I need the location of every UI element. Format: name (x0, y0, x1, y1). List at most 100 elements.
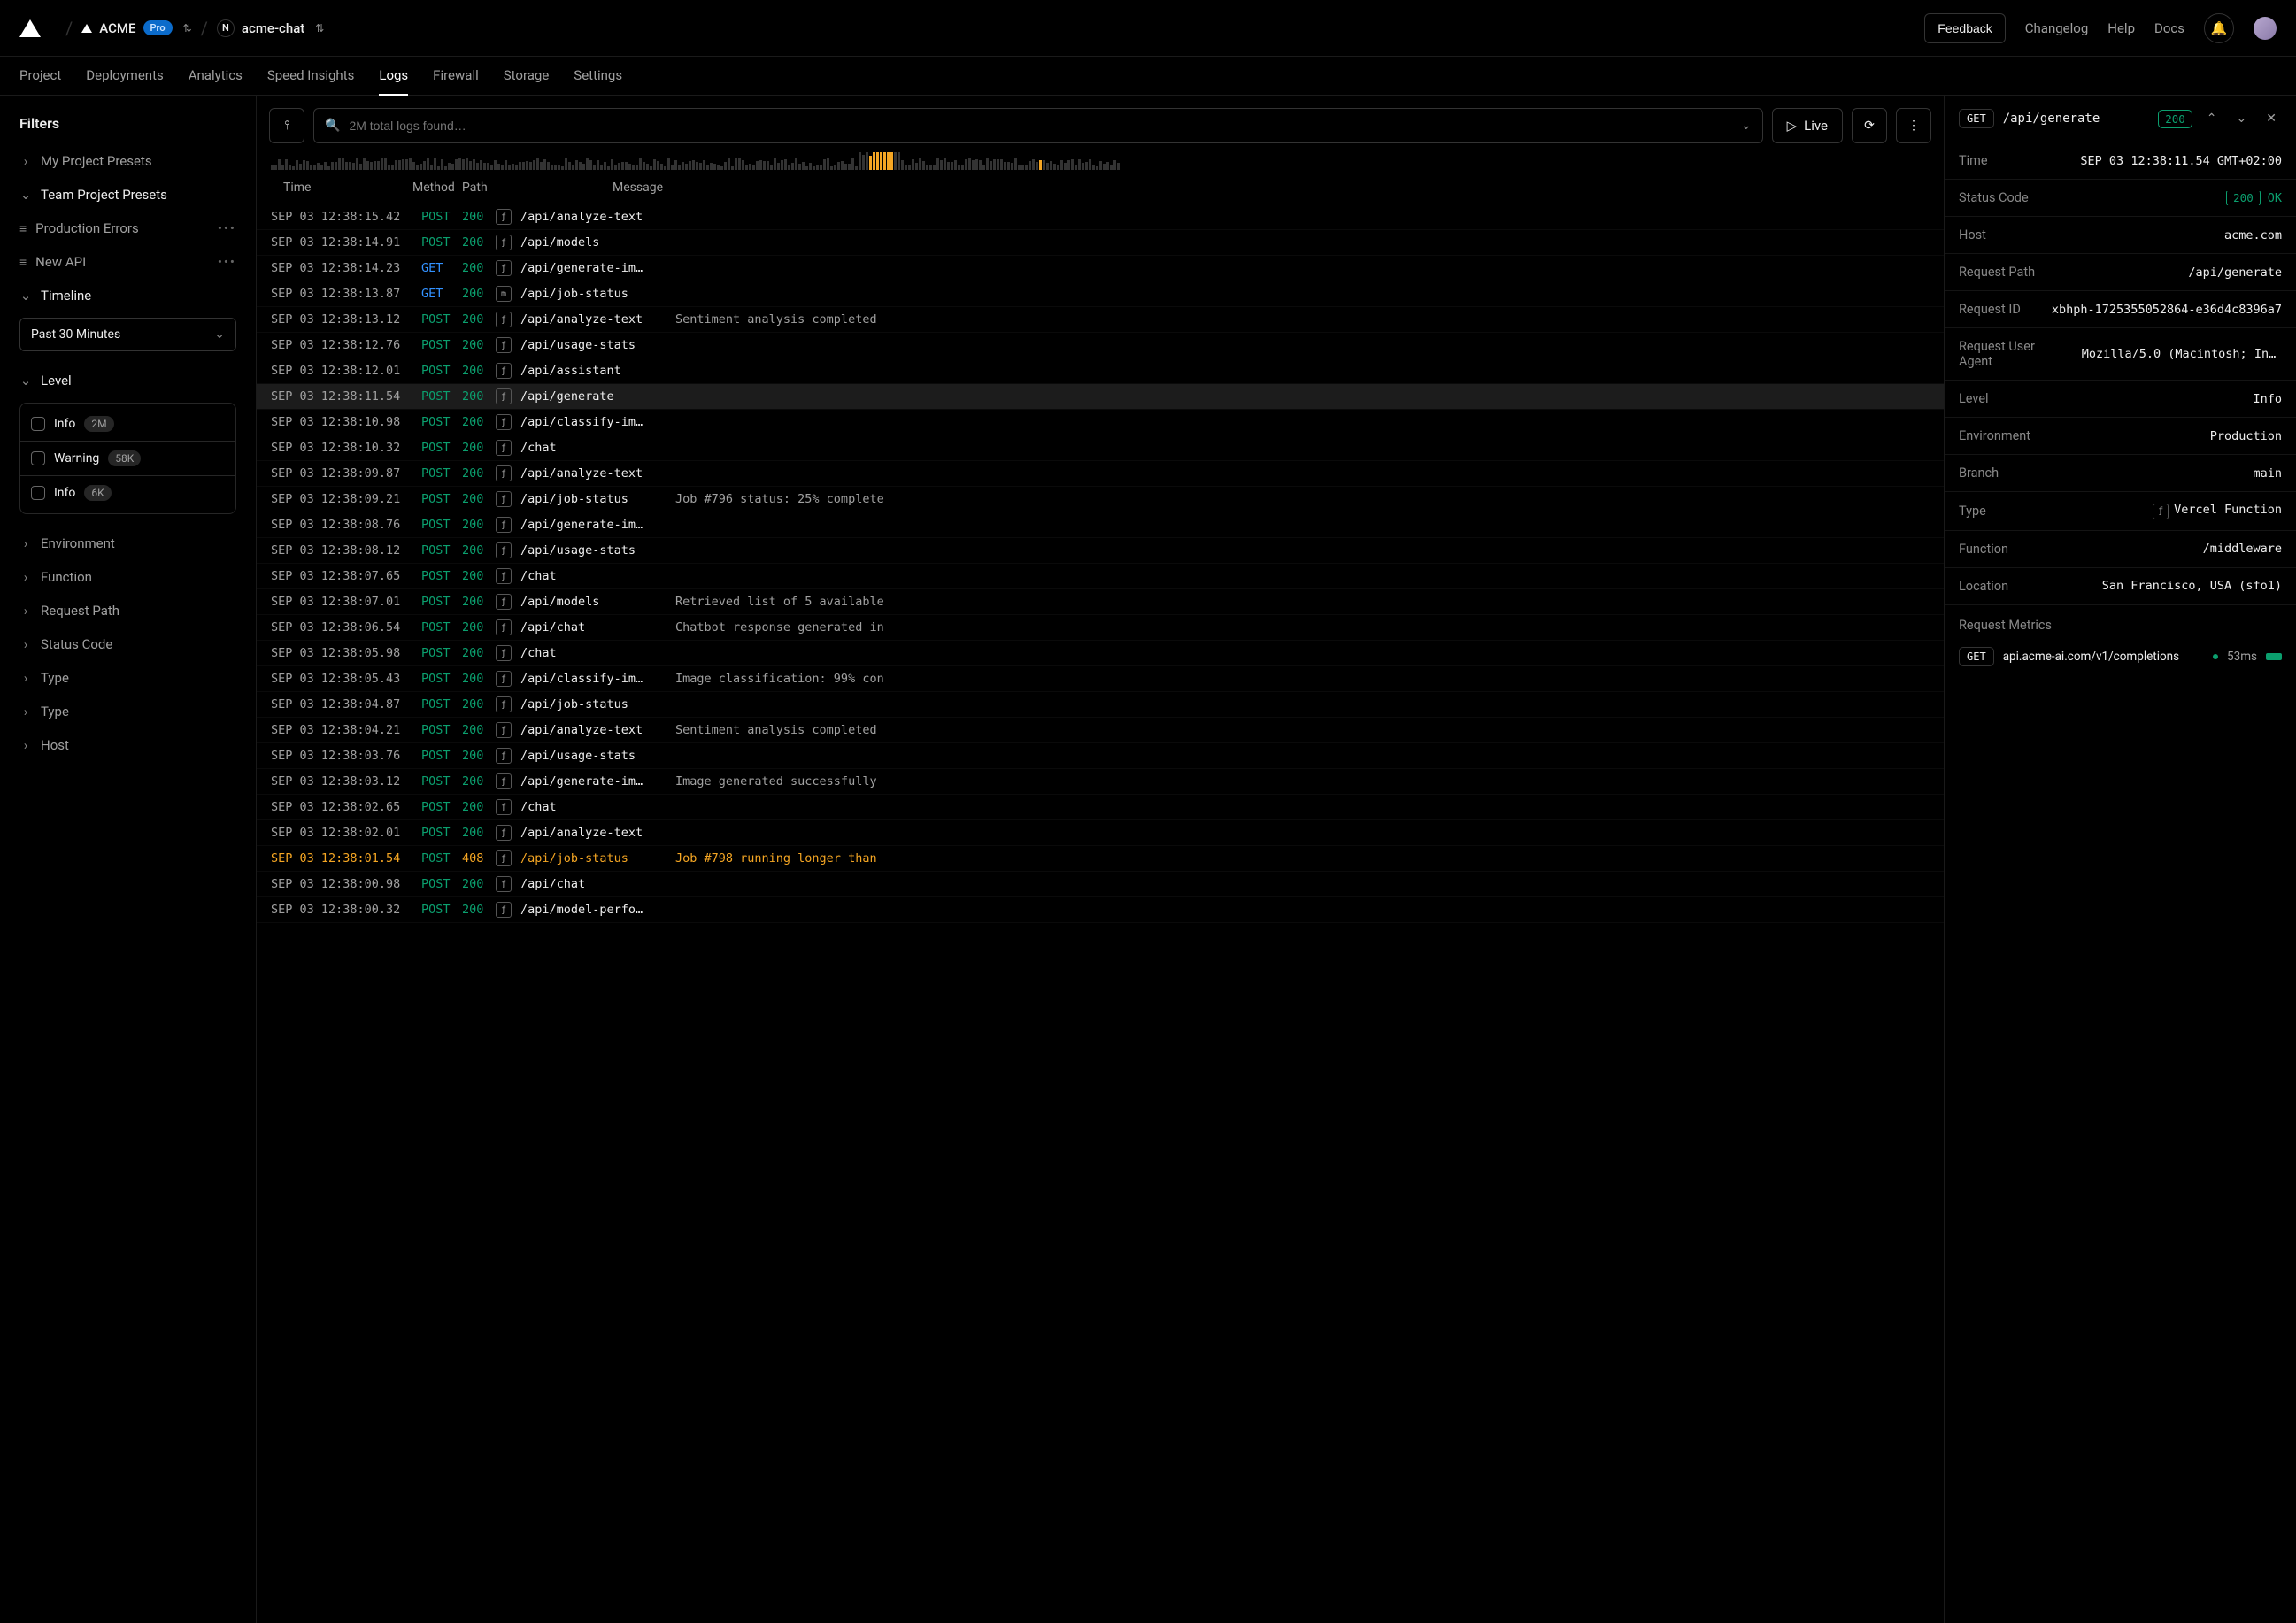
log-row[interactable]: SEP 03 12:38:14.23GET200ƒ/api/generate-i… (257, 256, 1944, 281)
log-row[interactable]: SEP 03 12:38:14.91POST200ƒ/api/models (257, 230, 1944, 256)
checkbox[interactable] (31, 486, 45, 500)
chevron-down-icon[interactable]: ⌄ (1741, 119, 1752, 133)
log-row[interactable]: SEP 03 12:38:09.87POST200ƒ/api/analyze-t… (257, 461, 1944, 487)
tab-storage[interactable]: Storage (504, 57, 550, 96)
function-icon: ƒ (496, 722, 512, 738)
timeline-select[interactable]: Past 30 Minutes⌄ (19, 318, 236, 351)
tab-deployments[interactable]: Deployments (86, 57, 163, 96)
logs-table-body[interactable]: SEP 03 12:38:15.42POST200ƒ/api/analyze-t… (257, 204, 1944, 1623)
feedback-button[interactable]: Feedback (1924, 13, 2005, 43)
checkbox[interactable] (31, 417, 45, 431)
level-option[interactable]: Info2M (20, 407, 235, 442)
activity-sparkline[interactable] (257, 152, 1944, 175)
filter-type[interactable]: ›Type (11, 695, 245, 728)
log-row[interactable]: SEP 03 12:38:10.98POST200ƒ/api/classify-… (257, 410, 1944, 435)
log-row[interactable]: SEP 03 12:38:15.42POST200ƒ/api/analyze-t… (257, 204, 1944, 230)
tab-analytics[interactable]: Analytics (189, 57, 243, 96)
team-presets-toggle[interactable]: ⌄Team Project Presets (11, 178, 245, 212)
log-path: /api/usage-stats (520, 338, 653, 352)
bell-icon: 🔔 (2211, 20, 2228, 36)
filter-function[interactable]: ›Function (11, 560, 245, 594)
preset-item[interactable]: ≡Production Errors••• (11, 212, 245, 245)
log-row[interactable]: SEP 03 12:38:12.76POST200ƒ/api/usage-sta… (257, 333, 1944, 358)
preset-item[interactable]: ≡New API••• (11, 245, 245, 279)
filter-environment[interactable]: ›Environment (11, 527, 245, 560)
log-row[interactable]: SEP 03 12:38:04.21POST200ƒ/api/analyze-t… (257, 718, 1944, 743)
prev-log-button[interactable]: ⌃ (2201, 108, 2223, 129)
filter-status-code[interactable]: ›Status Code (11, 627, 245, 661)
field-value: /middleware (2203, 542, 2282, 556)
function-icon: ƒ (496, 414, 512, 430)
changelog-link[interactable]: Changelog (2025, 20, 2088, 36)
log-row[interactable]: SEP 03 12:38:11.54POST200ƒ/api/generate (257, 384, 1944, 410)
breadcrumb-separator: / (65, 18, 73, 39)
log-row[interactable]: SEP 03 12:38:03.12POST200ƒ/api/generate-… (257, 769, 1944, 795)
search-input[interactable] (349, 119, 1731, 133)
next-log-button[interactable]: ⌄ (2231, 108, 2253, 129)
tab-project[interactable]: Project (19, 57, 61, 96)
log-row[interactable]: SEP 03 12:38:08.76POST200ƒ/api/generate-… (257, 512, 1944, 538)
log-timestamp: SEP 03 12:38:07.65 (271, 569, 412, 583)
refresh-button[interactable]: ⟳ (1852, 108, 1887, 143)
log-row[interactable]: ⚠SEP 03 12:38:01.54POST408ƒ/api/job-stat… (257, 846, 1944, 872)
level-toggle[interactable]: ⌄Level (11, 364, 245, 397)
log-row[interactable]: SEP 03 12:38:02.01POST200ƒ/api/analyze-t… (257, 820, 1944, 846)
tab-settings[interactable]: Settings (574, 57, 622, 96)
detail-field: Branchmain (1945, 455, 2296, 492)
field-key: Request User Agent (1959, 339, 2071, 369)
log-row[interactable]: SEP 03 12:38:03.76POST200ƒ/api/usage-sta… (257, 743, 1944, 769)
function-icon: ƒ (496, 491, 512, 507)
log-row[interactable]: SEP 03 12:38:08.12POST200ƒ/api/usage-sta… (257, 538, 1944, 564)
chevron-right-icon: › (19, 569, 32, 585)
log-row[interactable]: SEP 03 12:38:09.21POST200ƒ/api/job-statu… (257, 487, 1944, 512)
more-button[interactable]: ⋮ (1896, 108, 1931, 143)
log-timestamp: SEP 03 12:38:14.23 (271, 261, 412, 275)
team-switcher[interactable]: ACME Pro ⇅ (81, 20, 191, 36)
field-value: San Francisco, USA (sfo1) (2102, 579, 2282, 593)
log-row[interactable]: SEP 03 12:38:04.87POST200ƒ/api/job-statu… (257, 692, 1944, 718)
filter-button[interactable]: ⫯ (269, 108, 304, 143)
log-row[interactable]: SEP 03 12:38:05.98POST200ƒ/chat (257, 641, 1944, 666)
log-row[interactable]: SEP 03 12:38:02.65POST200ƒ/chat (257, 795, 1944, 820)
tab-speed-insights[interactable]: Speed Insights (267, 57, 355, 96)
close-detail-button[interactable]: ✕ (2261, 108, 2282, 129)
log-row[interactable]: SEP 03 12:38:13.87GET200m/api/job-status (257, 281, 1944, 307)
log-timestamp: SEP 03 12:38:03.76 (271, 749, 412, 763)
metric-row[interactable]: GET api.acme-ai.com/v1/completions 53ms (1945, 640, 2296, 679)
log-row[interactable]: SEP 03 12:38:05.43POST200ƒ/api/classify-… (257, 666, 1944, 692)
live-button[interactable]: ▷Live (1772, 108, 1843, 143)
user-avatar[interactable] (2254, 17, 2277, 40)
level-option[interactable]: Warning58K (20, 442, 235, 476)
log-row[interactable]: SEP 03 12:38:06.54POST200ƒ/api/chatChatb… (257, 615, 1944, 641)
checkbox[interactable] (31, 451, 45, 465)
search-input-wrapper[interactable]: 🔍 ⌄ (313, 108, 1763, 143)
help-link[interactable]: Help (2107, 20, 2135, 36)
log-row[interactable]: SEP 03 12:38:13.12POST200ƒ/api/analyze-t… (257, 307, 1944, 333)
log-path: /api/models (520, 595, 653, 609)
more-horizontal-icon[interactable]: ••• (218, 254, 236, 270)
log-row[interactable]: SEP 03 12:38:10.32POST200ƒ/chat (257, 435, 1944, 461)
tab-firewall[interactable]: Firewall (433, 57, 479, 96)
project-switcher[interactable]: N acme-chat ⇅ (217, 19, 324, 37)
log-row[interactable]: SEP 03 12:38:12.01POST200ƒ/api/assistant (257, 358, 1944, 384)
field-key: Request Path (1959, 265, 2035, 280)
notifications-button[interactable]: 🔔 (2204, 13, 2234, 43)
log-row[interactable]: SEP 03 12:38:00.98POST200ƒ/api/chat (257, 872, 1944, 897)
chevron-updown-icon[interactable]: ⇅ (315, 23, 324, 34)
docs-link[interactable]: Docs (2154, 20, 2184, 36)
log-row[interactable]: SEP 03 12:38:07.65POST200ƒ/chat (257, 564, 1944, 589)
level-option[interactable]: Info6K (20, 476, 235, 510)
log-row[interactable]: SEP 03 12:38:00.32POST200ƒ/api/model-per… (257, 897, 1944, 923)
timeline-toggle[interactable]: ⌄Timeline (11, 279, 245, 312)
detail-field: LocationSan Francisco, USA (sfo1) (1945, 568, 2296, 605)
log-timestamp: SEP 03 12:38:07.01 (271, 595, 412, 609)
vercel-logo-icon[interactable] (19, 19, 41, 37)
my-presets-toggle[interactable]: ›My Project Presets (11, 144, 245, 178)
filter-host[interactable]: ›Host (11, 728, 245, 762)
filter-request-path[interactable]: ›Request Path (11, 594, 245, 627)
log-row[interactable]: SEP 03 12:38:07.01POST200ƒ/api/modelsRet… (257, 589, 1944, 615)
filter-type[interactable]: ›Type (11, 661, 245, 695)
chevron-updown-icon[interactable]: ⇅ (183, 23, 192, 34)
more-horizontal-icon[interactable]: ••• (218, 220, 236, 236)
tab-logs[interactable]: Logs (379, 57, 408, 96)
